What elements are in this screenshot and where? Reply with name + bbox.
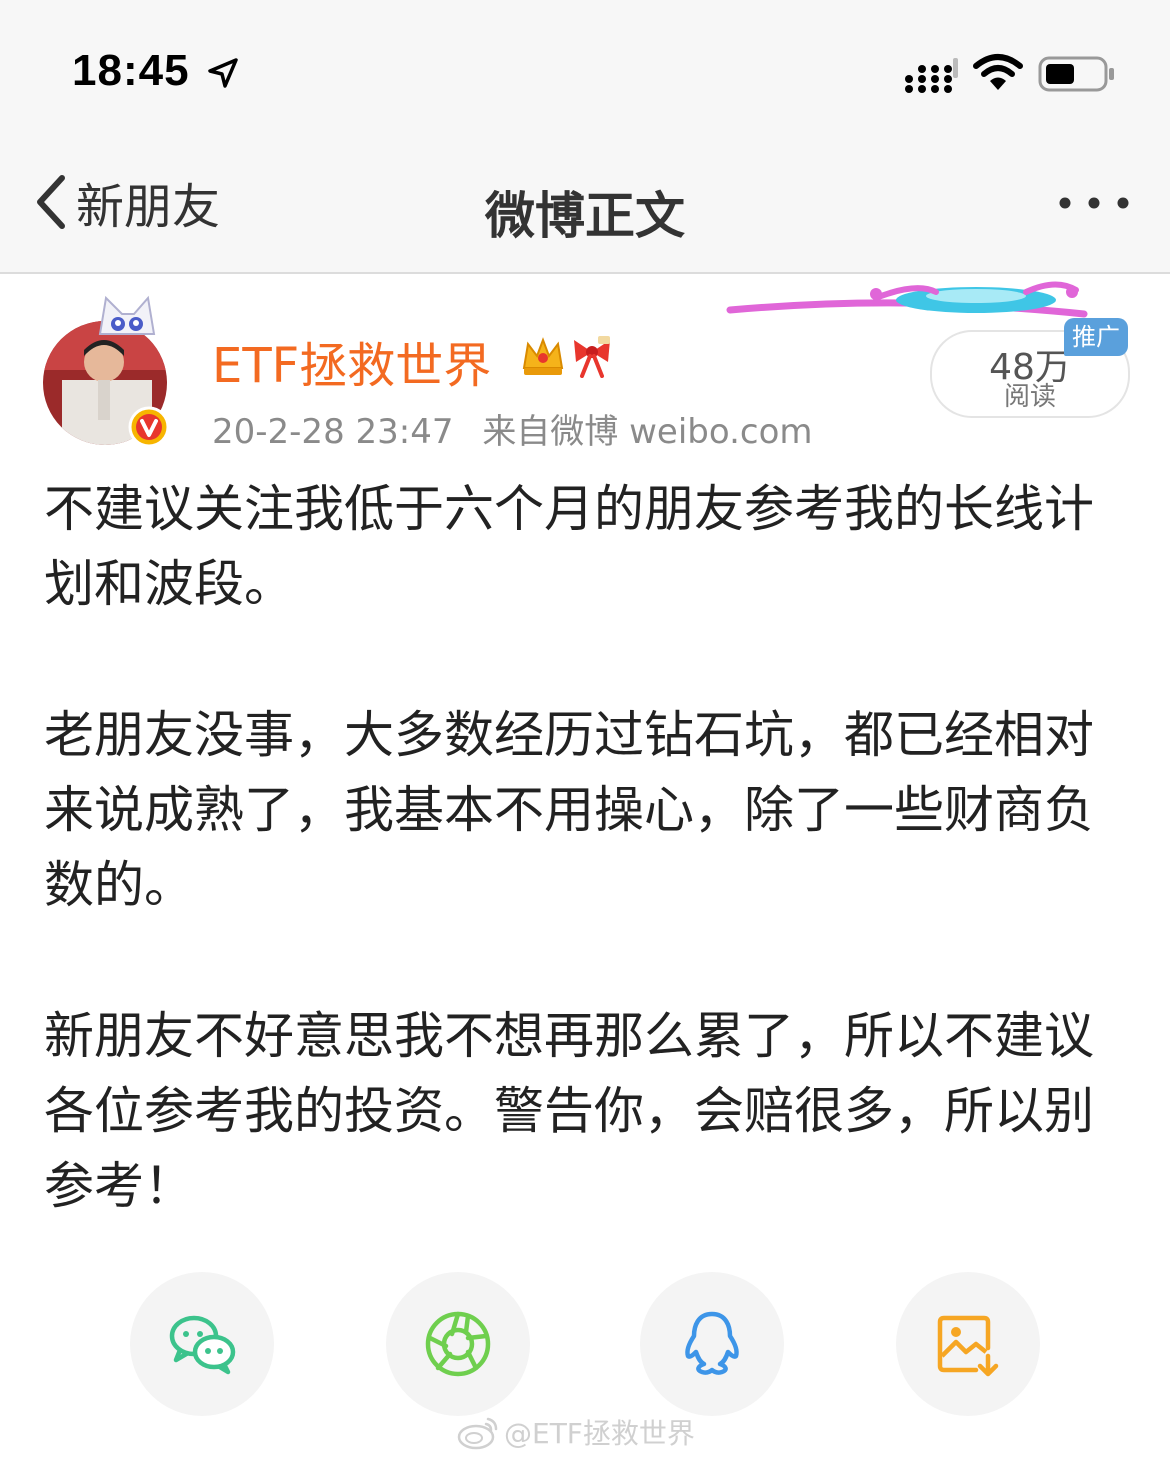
- save-image-icon: [937, 1315, 999, 1377]
- post-source[interactable]: 来自微博 weibo.com: [482, 412, 812, 452]
- verified-v-icon: [128, 406, 170, 448]
- qq-icon: [685, 1311, 739, 1375]
- cellular-signal-icon: [905, 58, 958, 93]
- weibo-logo-icon: [457, 1417, 498, 1450]
- reads-label: 阅读: [1003, 382, 1056, 412]
- post-paragraph: 新朋友不好意思我不想再那么累了，所以不建议各位参考我的投资。警告你，会赔很多，所…: [44, 1007, 1094, 1215]
- decoration-splash: [726, 281, 1088, 318]
- watermark-text: @ETF拯救世界: [504, 1417, 695, 1450]
- weibo-post-page: 18:45 新朋友 微博正文 ETF拯救世界 20-2-28 23:47 来自微…: [0, 0, 1170, 1463]
- page-title: 微博正文: [485, 187, 685, 245]
- moments-icon: [425, 1311, 491, 1377]
- share-moments-button[interactable]: [386, 1272, 530, 1416]
- post-paragraph: 不建议关注我低于六个月的朋友参考我的长线计划和波段。: [44, 480, 1094, 613]
- share-qq-button[interactable]: [640, 1272, 784, 1416]
- promo-badge[interactable]: 推广: [1064, 318, 1128, 356]
- post-body: 不建议关注我低于六个月的朋友参考我的长线计划和波段。 老朋友没事，大多数经历过钻…: [44, 472, 1104, 1300]
- username-link[interactable]: ETF拯救世界: [212, 326, 491, 396]
- post-meta: 20-2-28 23:47 来自微博 weibo.com: [212, 404, 831, 453]
- post-paragraph: 老朋友没事，大多数经历过钻石坑，都已经相对来说成熟了，我基本不用操心，除了一些财…: [44, 706, 1094, 914]
- watermark: @ETF拯救世界: [456, 1412, 695, 1452]
- more-dots-icon[interactable]: [1056, 194, 1132, 212]
- crown-icon: [522, 337, 564, 375]
- save-image-button[interactable]: [896, 1272, 1040, 1416]
- share-wechat-button[interactable]: [130, 1272, 274, 1416]
- post-timestamp: 20-2-28 23:47: [212, 412, 454, 452]
- nav-bar: 新朋友 微博正文: [0, 130, 1170, 274]
- cat-ears-decoration-icon: [98, 295, 156, 335]
- wechat-icon: [169, 1315, 236, 1375]
- location-arrow-icon: [208, 58, 238, 88]
- battery-icon: [1038, 56, 1114, 92]
- status-bar: 18:45: [0, 0, 1170, 130]
- wifi-icon: [973, 54, 1023, 90]
- ribbon-icon: [574, 336, 610, 378]
- status-time: 18:45: [72, 46, 190, 95]
